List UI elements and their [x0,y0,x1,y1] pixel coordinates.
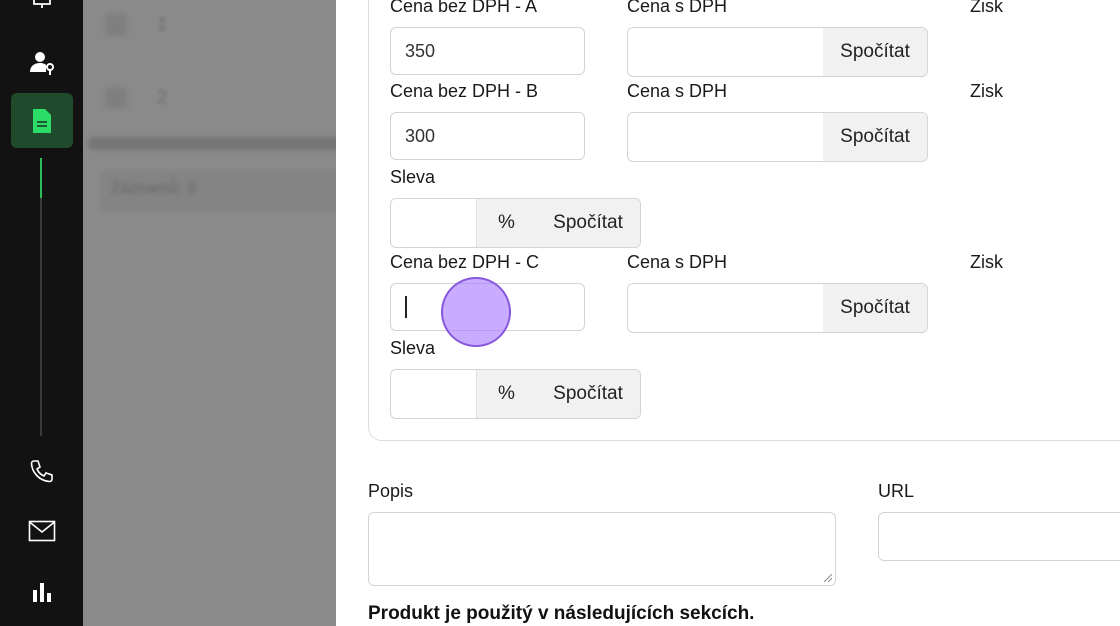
resize-grip-icon[interactable] [824,574,832,582]
bell-icon[interactable] [0,0,83,14]
price-b-calc-button[interactable]: Spočítat [823,113,927,161]
discount-c-calc-button[interactable]: Spočítat [536,370,640,418]
horizontal-scrollbar [88,137,336,150]
price-a-vat-group: Spočítat [627,27,928,77]
discount-b-calc-button[interactable]: Spočítat [536,199,640,247]
price-b-vat-group: Spočítat [627,112,928,162]
discount-c-group: % Spočítat [390,369,641,419]
price-b-profit-label: Zisk [970,81,1003,101]
price-a-vat-label: Cena s DPH [627,0,728,16]
price-c-profit-label: Zisk [970,252,1003,272]
mail-icon[interactable] [0,517,83,545]
blurred-background: 1 2 Záznamů: 3 [83,0,336,626]
discount-b-input[interactable] [391,199,476,247]
price-c-vat-group: Spočítat [627,283,928,333]
click-indicator [441,277,511,347]
discount-b-group: % Spočítat [390,198,641,248]
row-number: 2 [157,87,168,107]
sections-heading: Produkt je použitý v následujících sekcí… [368,603,755,624]
price-b-vat-label: Cena s DPH [627,81,728,101]
nav-rail [40,158,42,436]
nav-rail-indicator [40,158,42,198]
records-count: Záznamů: 3 [111,180,196,197]
percent-addon: % [476,370,536,418]
row-checkbox [105,14,127,36]
discount-c-label: Sleva [390,338,436,358]
user-key-icon[interactable] [0,48,83,78]
price-a-calc-button[interactable]: Spočítat [823,28,927,76]
price-a-vat-input[interactable] [628,28,823,76]
bar-chart-icon[interactable] [0,578,83,604]
price-c-label: Cena bez DPH - C [390,252,540,272]
description-textarea[interactable] [368,512,836,586]
discount-c-input[interactable] [391,370,476,418]
description-label: Popis [368,481,414,501]
price-b-input[interactable]: 300 [390,112,585,160]
price-a-label: Cena bez DPH - A [390,0,538,16]
price-b-vat-input[interactable] [628,113,823,161]
row-number: 1 [157,14,168,34]
url-label: URL [878,481,915,501]
price-c-vat-label: Cena s DPH [627,252,728,272]
price-c-vat-input[interactable] [628,284,823,332]
discount-b-label: Sleva [390,167,436,187]
sidebar-item-documents[interactable] [11,93,73,148]
row-checkbox [105,87,127,109]
sidebar [0,0,83,626]
url-input[interactable] [878,512,1120,561]
price-a-profit-label: Zisk [970,0,1003,16]
percent-addon: % [476,199,536,247]
phone-icon[interactable] [0,456,83,486]
price-b-label: Cena bez DPH - B [390,81,539,101]
price-c-calc-button[interactable]: Spočítat [823,284,927,332]
price-a-input[interactable]: 350 [390,27,585,75]
text-caret [405,296,407,318]
document-icon [33,108,51,133]
